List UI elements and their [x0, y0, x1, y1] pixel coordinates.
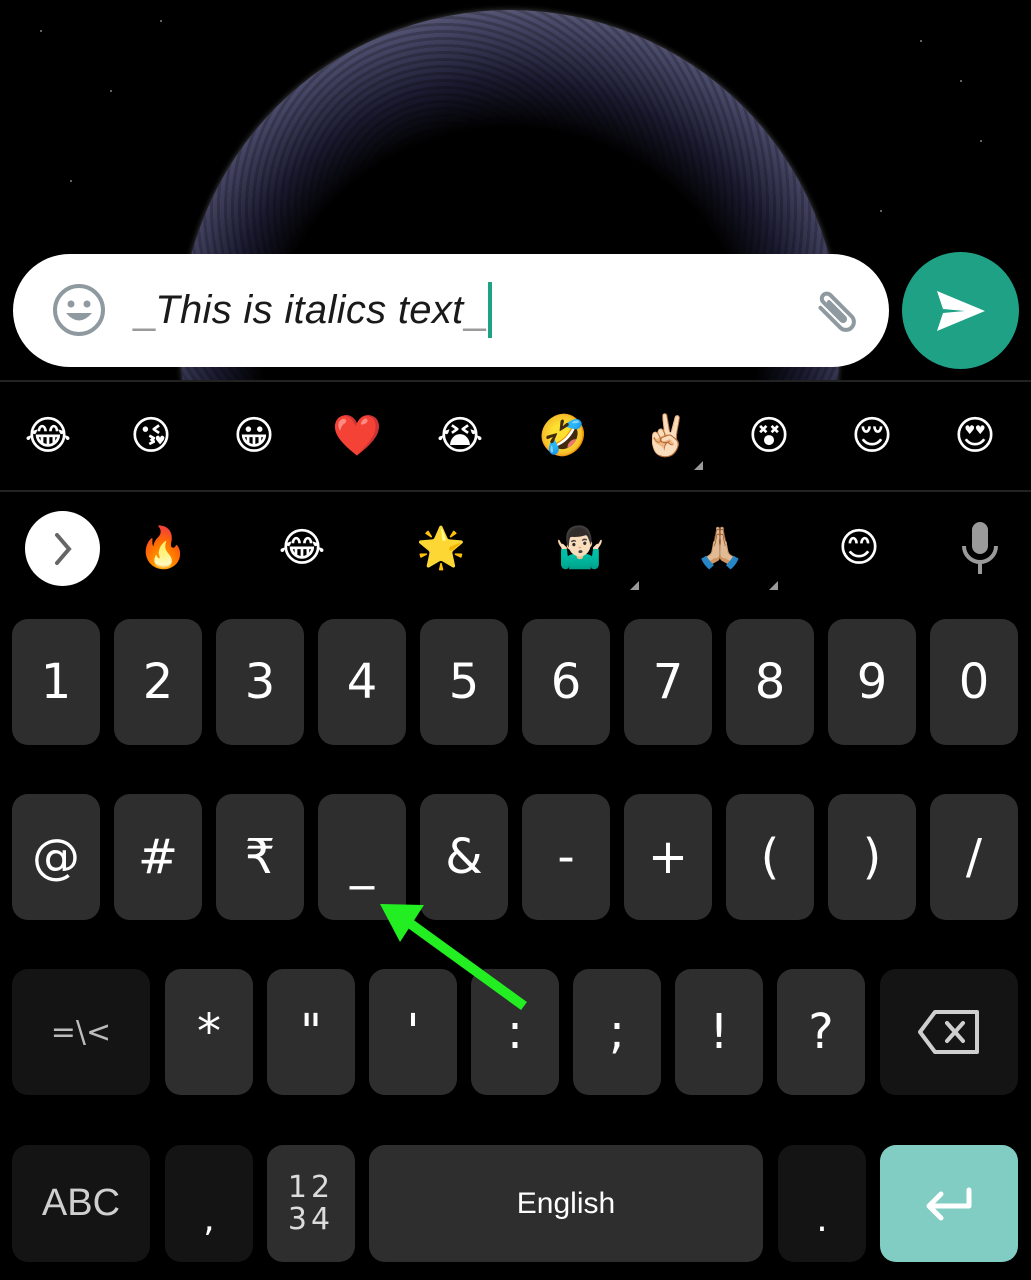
attach-button[interactable]	[808, 284, 864, 340]
key-colon[interactable]: :	[471, 969, 559, 1095]
emoji-suggestion[interactable]: ✌🏻	[636, 416, 696, 456]
numpad-key[interactable]: 12 34	[267, 1145, 355, 1262]
period-key[interactable]: .	[778, 1145, 866, 1262]
variants-indicator-icon	[694, 461, 703, 470]
key-slash[interactable]: /	[930, 794, 1018, 920]
key-hash[interactable]: #	[114, 794, 202, 920]
emoji-suggestion[interactable]: 🤷🏻‍♂️	[550, 528, 610, 568]
key-exclamation[interactable]: !	[675, 969, 763, 1095]
emoji-suggestion[interactable]: 😘	[121, 416, 181, 456]
smiley-face-icon	[53, 284, 105, 336]
key-5[interactable]: 5	[420, 619, 508, 745]
italic-marker-end: _	[463, 287, 486, 332]
key-question[interactable]: ?	[777, 969, 865, 1095]
key-plus[interactable]: +	[624, 794, 712, 920]
enter-icon	[926, 1187, 972, 1220]
send-arrow-icon	[936, 290, 985, 331]
send-button[interactable]	[902, 252, 1019, 369]
backspace-key[interactable]	[880, 969, 1018, 1095]
emoji-suggestion[interactable]: 😍	[945, 416, 1005, 456]
divider	[0, 380, 1031, 382]
key-double-quote[interactable]: "	[267, 969, 355, 1095]
emoji-suggestion[interactable]: 🙏🏼	[690, 528, 750, 568]
emoji-suggestion[interactable]: 🤣	[533, 416, 593, 456]
key-open-paren[interactable]: (	[726, 794, 814, 920]
text-cursor	[487, 282, 492, 338]
key-7[interactable]: 7	[624, 619, 712, 745]
variants-indicator-icon	[769, 581, 778, 590]
message-text-value: This is italics text	[155, 287, 464, 332]
emoji-suggestion[interactable]: 😀	[224, 416, 284, 456]
emoji-suggestion[interactable]: 😂	[272, 528, 332, 568]
emoji-suggestion[interactable]: 🌟	[411, 528, 471, 568]
key-semicolon[interactable]: ;	[573, 969, 661, 1095]
key-0[interactable]: 0	[930, 619, 1018, 745]
variants-indicator-icon	[630, 581, 639, 590]
emoji-suggestion[interactable]: 😊	[829, 528, 889, 568]
comma-key[interactable]: ,	[165, 1145, 253, 1262]
emoji-suggestion-row-1: 😂 😘 😀 ❤️ 😭 🤣 ✌🏻 😵 😌 😍	[0, 388, 1031, 488]
emoji-suggestion[interactable]: ❤️	[327, 416, 387, 456]
microphone-icon	[962, 522, 998, 574]
divider	[0, 490, 1031, 492]
space-bar[interactable]: English	[369, 1145, 763, 1262]
key-single-quote[interactable]: '	[369, 969, 457, 1095]
key-asterisk[interactable]: *	[165, 969, 253, 1095]
emoji-suggestion-row-2: 🔥 😂 🌟 🤷🏻‍♂️ 🙏🏼 😊	[0, 500, 1031, 600]
paperclip-icon	[818, 291, 856, 332]
key-ampersand[interactable]: &	[420, 794, 508, 920]
key-9[interactable]: 9	[828, 619, 916, 745]
key-1[interactable]: 1	[12, 619, 100, 745]
key-hyphen[interactable]: -	[522, 794, 610, 920]
abc-key[interactable]: ABC	[12, 1145, 150, 1262]
emoji-suggestion[interactable]: 🔥	[133, 528, 193, 568]
emoji-suggestion[interactable]: 😂	[18, 416, 78, 456]
key-close-paren[interactable]: )	[828, 794, 916, 920]
key-4[interactable]: 4	[318, 619, 406, 745]
key-rupee[interactable]: ₹	[216, 794, 304, 920]
emoji-suggestion[interactable]: 😭	[430, 416, 490, 456]
backspace-icon	[918, 1010, 979, 1054]
message-text[interactable]: _ This is italics text _	[133, 278, 492, 342]
message-input[interactable]: _ This is italics text _	[13, 254, 889, 367]
key-6[interactable]: 6	[522, 619, 610, 745]
enter-key[interactable]	[880, 1145, 1018, 1262]
voice-input-button[interactable]	[958, 520, 1002, 576]
italic-marker-start: _	[133, 287, 156, 332]
more-symbols-key[interactable]: =\<	[12, 969, 150, 1095]
key-8[interactable]: 8	[726, 619, 814, 745]
emoji-suggestion[interactable]: 😌	[842, 416, 902, 456]
key-2[interactable]: 2	[114, 619, 202, 745]
key-at[interactable]: @	[12, 794, 100, 920]
key-underscore[interactable]: _	[318, 794, 406, 920]
key-3[interactable]: 3	[216, 619, 304, 745]
emoji-button[interactable]	[51, 282, 107, 338]
emoji-suggestion[interactable]: 😵	[739, 416, 799, 456]
